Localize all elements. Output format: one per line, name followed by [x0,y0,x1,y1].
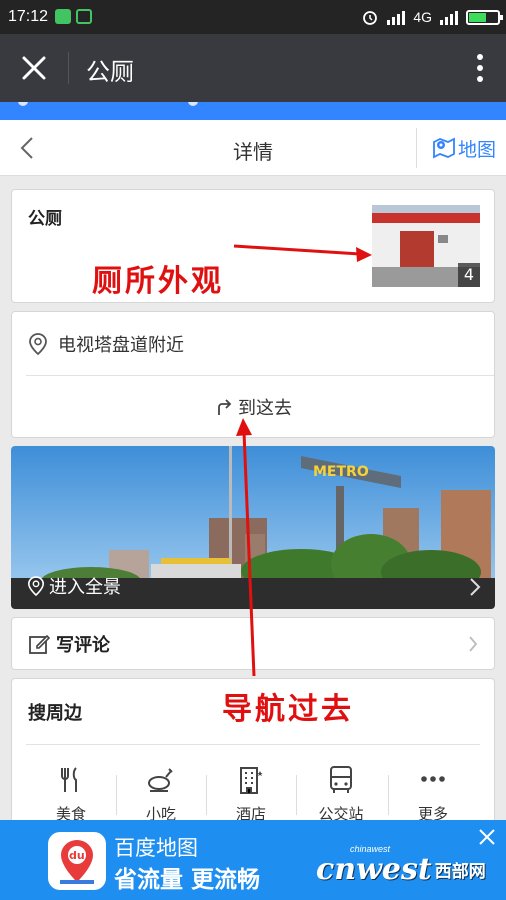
nearby-title: 搜周边 [28,703,82,724]
wechat-icon [55,9,71,24]
map-button[interactable]: 地图 [432,134,496,162]
chicken-leg-icon [148,768,173,792]
network-type: 4G [413,9,432,25]
chevron-right-icon [470,578,481,596]
banner-app-name: 百度地图 [114,836,198,860]
back-arrow-icon[interactable] [16,134,40,162]
enter-panorama-label: 进入全景 [49,577,121,598]
header-strip [0,102,506,120]
annotation-exterior-label: 厕所外观 [92,264,224,299]
screenshot-icon [76,9,92,24]
place-photo-thumbnail[interactable]: 4 [372,205,480,287]
write-review-label: 写评论 [56,635,110,656]
location-pin-icon [29,333,47,356]
signal-icon [440,11,458,25]
page-title: 详情 [233,140,273,164]
hotel-building-icon [240,767,263,794]
nearby-category-hotel[interactable]: 酒店 [206,765,296,825]
close-icon[interactable] [478,828,496,846]
cnwest-watermark: cnwest 西部网 [316,852,486,887]
battery-icon [466,9,503,25]
watermark-sub: 西部网 [434,862,486,882]
battery-level [469,12,486,22]
status-icons: 4G [361,7,503,27]
panorama-card[interactable]: METRO 进入全景 [11,446,495,609]
map-button-label: 地图 [458,138,497,161]
nearby-category-bus-stop[interactable]: 公交站 [296,765,386,825]
enter-panorama-button[interactable]: 进入全景 [27,573,121,599]
nearby-category-more[interactable]: 更多 [388,765,478,825]
address-card: 电视塔盘道附近 到这去 [11,311,495,438]
navigate-here-label: 到这去 [238,398,292,419]
close-icon[interactable] [18,52,50,84]
photo-count-badge: 4 [458,263,480,287]
nearby-category-food[interactable]: 美食 [26,765,116,825]
route-arrow-icon [218,399,232,415]
baidu-map-logo: du [48,832,106,890]
annotation-navigate-label: 导航过去 [222,692,354,727]
navigate-here-button[interactable]: 到这去 [12,376,494,438]
app-bar-divider [68,52,69,84]
app-bar: 公厕 [0,34,506,102]
app-title: 公厕 [86,59,134,86]
address-text: 电视塔盘道附近 [58,335,184,356]
map-pin-logo-icon: du [60,840,94,884]
write-review-row[interactable]: 写评论 [11,617,495,670]
baidu-map-promo-banner[interactable]: du 百度地图 省流量 更流畅 chinawest cnwest 西部网 [0,820,506,900]
more-dots-icon [421,776,445,782]
watermark-main: cnwest [316,852,432,887]
detail-nav-bar: 详情 地图 [0,120,506,176]
nearby-divider [26,744,480,745]
map-icon [433,137,455,159]
banner-slogan: 省流量 更流畅 [114,867,261,893]
edit-icon [29,634,50,654]
chevron-right-icon [469,636,478,652]
fork-knife-icon [61,767,77,792]
location-pin-icon [27,576,45,597]
signal-icon [387,11,406,25]
nearby-category-snack[interactable]: 小吃 [116,765,206,825]
nav-divider [416,128,417,168]
logo-text: du [69,849,85,862]
place-title-card: 公厕 4 [11,189,495,303]
place-name: 公厕 [28,209,62,229]
status-bar: 17:12 4G [0,0,506,34]
metro-sign-text: METRO [313,464,369,480]
more-vertical-icon[interactable] [474,52,486,84]
alarm-icon [363,11,378,25]
status-time: 17:12 [8,8,49,25]
bus-icon [330,766,352,793]
